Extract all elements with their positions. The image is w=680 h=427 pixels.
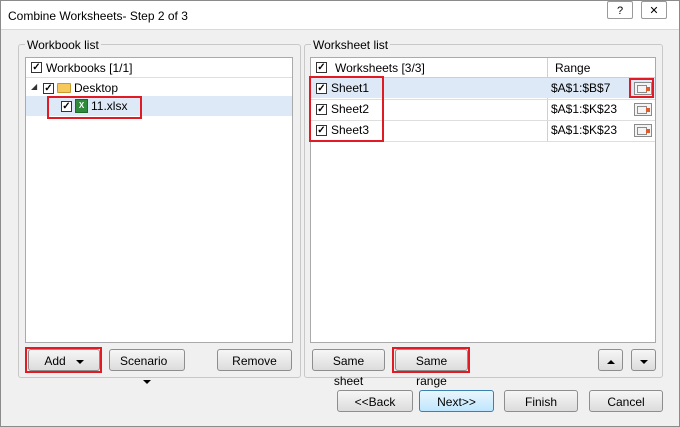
- add-button-label: Add: [44, 354, 66, 368]
- remove-button[interactable]: Remove: [217, 349, 292, 371]
- chevron-down-icon: [75, 359, 84, 364]
- same-range-button[interactable]: Same range: [395, 349, 468, 388]
- back-button[interactable]: <<Back: [337, 390, 413, 412]
- sheet3-checkbox[interactable]: [316, 125, 327, 136]
- file-checkbox[interactable]: [61, 101, 72, 112]
- cancel-button[interactable]: Cancel: [589, 390, 663, 412]
- worksheet-table[interactable]: Worksheets [3/3] Range Sheet1 $A$1:$B$7 …: [310, 57, 656, 343]
- window-title: Combine Worksheets- Step 2 of 3: [8, 9, 188, 23]
- chevron-down-icon: [639, 359, 648, 364]
- same-sheet-button[interactable]: Same sheet: [312, 349, 385, 388]
- range-select-icon[interactable]: [634, 124, 652, 137]
- title-bar: Combine Worksheets- Step 2 of 3 ? ✕: [1, 1, 679, 30]
- chevron-up-icon: [606, 359, 615, 364]
- excel-file-icon: X: [75, 99, 88, 113]
- workbooks-header: Workbooks [1/1]: [46, 61, 133, 75]
- next-button[interactable]: Next>>: [419, 390, 494, 412]
- sheet-range: $A$1:$K$23: [551, 102, 618, 116]
- sheet-name: Sheet3: [331, 123, 370, 137]
- expand-icon[interactable]: ◢: [31, 82, 37, 91]
- sheet-name: Sheet1: [331, 81, 370, 95]
- row-divider: [311, 99, 655, 100]
- workbook-list-label: Workbook list: [25, 38, 101, 52]
- file-label: 11.xlsx: [91, 99, 128, 113]
- col-range[interactable]: Range: [555, 61, 590, 75]
- worksheet-list-label: Worksheet list: [311, 38, 391, 52]
- finish-button[interactable]: Finish: [504, 390, 578, 412]
- dialog-window: Combine Worksheets- Step 2 of 3 ? ✕ Work…: [0, 0, 680, 427]
- row-divider: [311, 120, 655, 121]
- close-button[interactable]: ✕: [641, 1, 667, 19]
- workbooks-all-checkbox[interactable]: [31, 62, 42, 73]
- sheet-name: Sheet2: [331, 102, 370, 116]
- sheet1-checkbox[interactable]: [316, 83, 327, 94]
- range-select-icon[interactable]: [634, 82, 652, 95]
- help-button[interactable]: ?: [607, 1, 633, 19]
- scenario-button-label: Scenario: [119, 354, 168, 368]
- sheet-range: $A$1:$K$23: [551, 123, 618, 137]
- folder-icon: [57, 83, 71, 93]
- move-up-button[interactable]: [598, 349, 623, 371]
- desktop-folder-label: Desktop: [74, 81, 119, 95]
- scenario-button[interactable]: Scenario: [109, 349, 185, 384]
- move-down-button[interactable]: [631, 349, 656, 371]
- worksheets-all-checkbox[interactable]: [316, 62, 327, 73]
- chevron-down-icon: [143, 379, 151, 384]
- add-button[interactable]: Add: [28, 349, 100, 371]
- tree-header-divider: [26, 77, 292, 78]
- range-select-icon[interactable]: [634, 103, 652, 116]
- column-divider: [547, 58, 548, 142]
- sheet2-checkbox[interactable]: [316, 104, 327, 115]
- col-worksheets[interactable]: Worksheets [3/3]: [335, 61, 425, 75]
- row-divider: [311, 141, 655, 142]
- sheet-range: $A$1:$B$7: [551, 81, 611, 95]
- desktop-checkbox[interactable]: [43, 83, 54, 94]
- workbook-tree[interactable]: Workbooks [1/1] ◢ Desktop X 11.xlsx: [25, 57, 293, 343]
